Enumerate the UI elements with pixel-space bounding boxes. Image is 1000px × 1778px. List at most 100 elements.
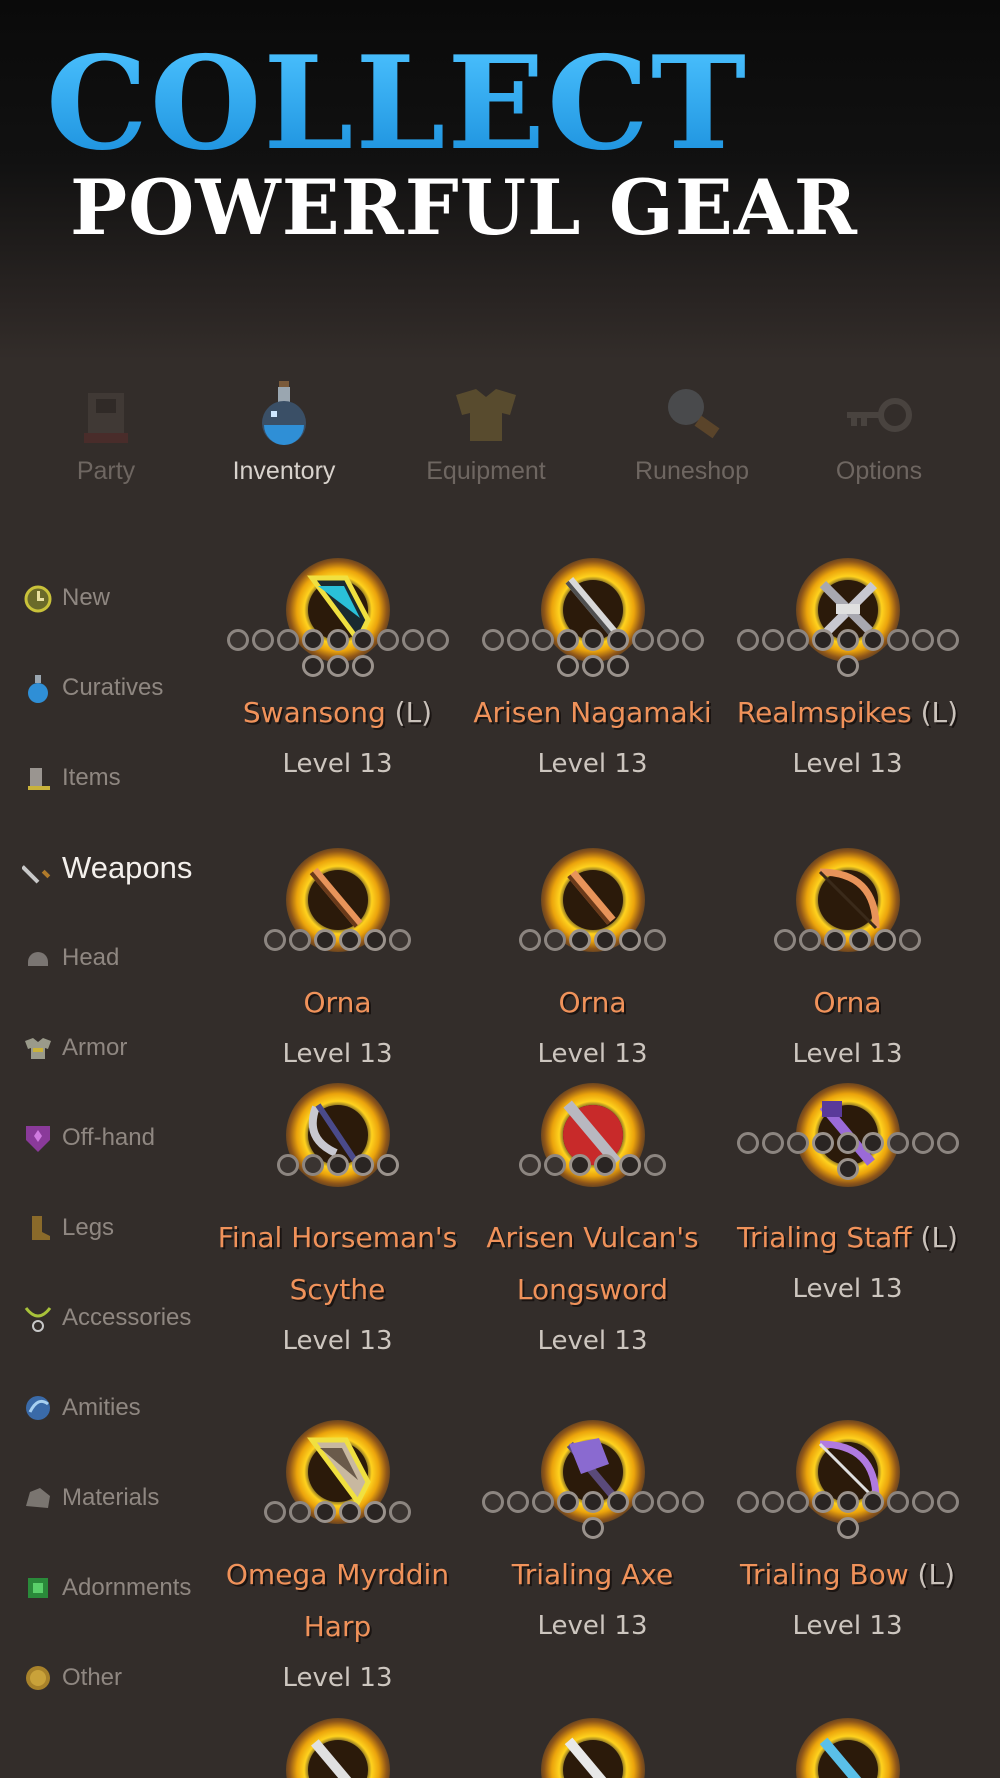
item-sockets <box>210 629 465 651</box>
item-card-orna-3[interactable]: Orna Level 13 <box>720 845 975 1079</box>
item-sockets <box>210 1501 465 1523</box>
armor-icon <box>456 389 516 441</box>
item-card-arisen-vulcans-longsword[interactable]: Arisen Vulcan's Longsword Level 13 <box>465 1080 720 1366</box>
item-name: Omega Myrddin Harp <box>225 1558 450 1643</box>
runeshop-icon <box>668 389 720 439</box>
clock-icon <box>18 578 58 618</box>
item-card-arisen-nagamaki[interactable]: Arisen Nagamaki Level 13 <box>465 555 720 789</box>
tab-options[interactable]: Options <box>794 375 964 486</box>
item-name: Orna <box>813 986 882 1019</box>
rock-icon <box>18 1478 58 1518</box>
item-name: Orna <box>303 986 372 1019</box>
item-level: Level 13 <box>282 1663 393 1693</box>
item-sockets <box>720 1132 975 1154</box>
item-sockets <box>465 629 720 651</box>
item-level: Level 13 <box>537 1326 648 1356</box>
item-sockets <box>465 1491 720 1513</box>
boots-icon <box>18 1208 58 1248</box>
item-name: Realmspikes (L) <box>736 696 959 729</box>
sidebar-item-items[interactable]: Items <box>18 756 121 800</box>
item-icon-slot <box>720 1417 975 1539</box>
sidebar-item-label: Items <box>62 764 121 791</box>
item-level: Level 13 <box>282 1039 393 1069</box>
sidebar-item-legs[interactable]: Legs <box>18 1206 114 1250</box>
sidebar-item-label: Armor <box>62 1034 128 1061</box>
gem-icon <box>18 1568 58 1608</box>
item-icon-slot <box>720 555 975 677</box>
sidebar-item-label: Materials <box>62 1484 160 1511</box>
item-card-realmspikes[interactable]: Realmspikes (L) Level 13 <box>720 555 975 789</box>
tab-inventory[interactable]: Inventory <box>199 375 369 486</box>
armor-icon <box>18 1028 58 1068</box>
item-card-partial-3[interactable] <box>720 1715 975 1778</box>
item-icon-slot <box>465 1080 720 1190</box>
tab-runeshop[interactable]: Runeshop <box>607 375 777 486</box>
item-card-trialing-bow[interactable]: Trialing Bow (L) Level 13 <box>720 1417 975 1651</box>
item-sockets <box>720 929 975 951</box>
item-level: Level 13 <box>282 1326 393 1356</box>
item-icon-slot <box>465 1417 720 1539</box>
item-card-trialing-axe[interactable]: Trialing Axe Level 13 <box>465 1417 720 1651</box>
necklace-icon <box>18 1298 58 1338</box>
sidebar-item-label: Adornments <box>62 1574 192 1601</box>
item-name: Swansong (L) <box>242 696 433 729</box>
item-icon-slot <box>210 845 465 955</box>
shield-icon <box>18 1118 58 1158</box>
promo-title-line2: POWERFUL GEAR <box>70 163 858 252</box>
sidebar-item-other[interactable]: Other <box>18 1656 122 1700</box>
item-card-orna-2[interactable]: Orna Level 13 <box>465 845 720 1079</box>
key-icon <box>847 398 912 432</box>
sidebar-item-label: Amities <box>62 1394 141 1421</box>
item-sockets <box>465 929 720 951</box>
item-icon-slot <box>465 845 720 955</box>
sidebar-item-label: Accessories <box>62 1304 192 1331</box>
tab-party-label: Party <box>76 457 136 485</box>
item-card-trialing-staff[interactable]: Trialing Staff (L) Level 13 <box>720 1080 975 1314</box>
sidebar-item-armor[interactable]: Armor <box>18 1026 127 1070</box>
item-icon-slot <box>465 1715 720 1778</box>
sidebar-item-accessories[interactable]: Accessories <box>18 1296 191 1340</box>
sidebar-item-new[interactable]: New <box>18 576 110 620</box>
sidebar-item-label: Off-hand <box>62 1124 155 1151</box>
item-level: Level 13 <box>792 1039 903 1069</box>
item-card-partial-2[interactable] <box>465 1715 720 1778</box>
sidebar-item-weapons[interactable]: Weapons <box>18 846 192 890</box>
sidebar-item-off-hand[interactable]: Off-hand <box>18 1116 155 1160</box>
tab-party[interactable]: Party <box>21 375 191 486</box>
promo-banner: COLLECT POWERFUL GEAR <box>0 0 1000 360</box>
sidebar-item-adornments[interactable]: Adornments <box>18 1566 191 1610</box>
sidebar-item-amities[interactable]: Amities <box>18 1386 141 1430</box>
promo-title-line1: COLLECT <box>46 29 749 179</box>
item-level: Level 13 <box>537 1039 648 1069</box>
item-icon-slot <box>720 1080 975 1190</box>
item-sockets <box>465 1154 720 1176</box>
item-sockets <box>210 1154 465 1176</box>
item-icon-slot <box>465 555 720 677</box>
tab-equipment-label: Equipment <box>426 457 546 485</box>
item-icon-slot <box>720 845 975 955</box>
item-sockets <box>720 1491 975 1513</box>
sidebar-item-label: Head <box>62 944 120 971</box>
item-level: Level 13 <box>537 749 648 779</box>
item-name: Final Horseman's Scythe <box>217 1221 458 1306</box>
item-card-orna-1[interactable]: Orna Level 13 <box>210 845 465 1079</box>
item-level: Level 13 <box>282 749 393 779</box>
item-card-final-horsemans-scythe[interactable]: Final Horseman's Scythe Level 13 <box>210 1080 465 1366</box>
tab-equipment[interactable]: Equipment <box>401 375 571 486</box>
item-card-omega-myrddin-harp[interactable]: Omega Myrddin Harp Level 13 <box>210 1417 465 1703</box>
sidebar-item-label: Weapons <box>62 850 193 885</box>
item-level: Level 13 <box>537 1611 648 1641</box>
item-icon-slot <box>210 1715 465 1778</box>
sidebar-item-head[interactable]: Head <box>18 936 119 980</box>
item-level: Level 13 <box>792 1274 903 1304</box>
sidebar-item-materials[interactable]: Materials <box>18 1476 159 1520</box>
item-icon <box>18 758 58 798</box>
item-card-swansong[interactable]: Swansong (L) Level 13 <box>210 555 465 789</box>
item-card-partial-1[interactable] <box>210 1715 465 1778</box>
sword-icon <box>18 848 58 888</box>
crystal-weapon-icon <box>819 1737 875 1778</box>
tab-options-label: Options <box>835 457 923 485</box>
party-icon <box>84 393 128 443</box>
sidebar-item-curatives[interactable]: Curatives <box>18 666 163 710</box>
sidebar-item-label: Other <box>62 1664 123 1691</box>
